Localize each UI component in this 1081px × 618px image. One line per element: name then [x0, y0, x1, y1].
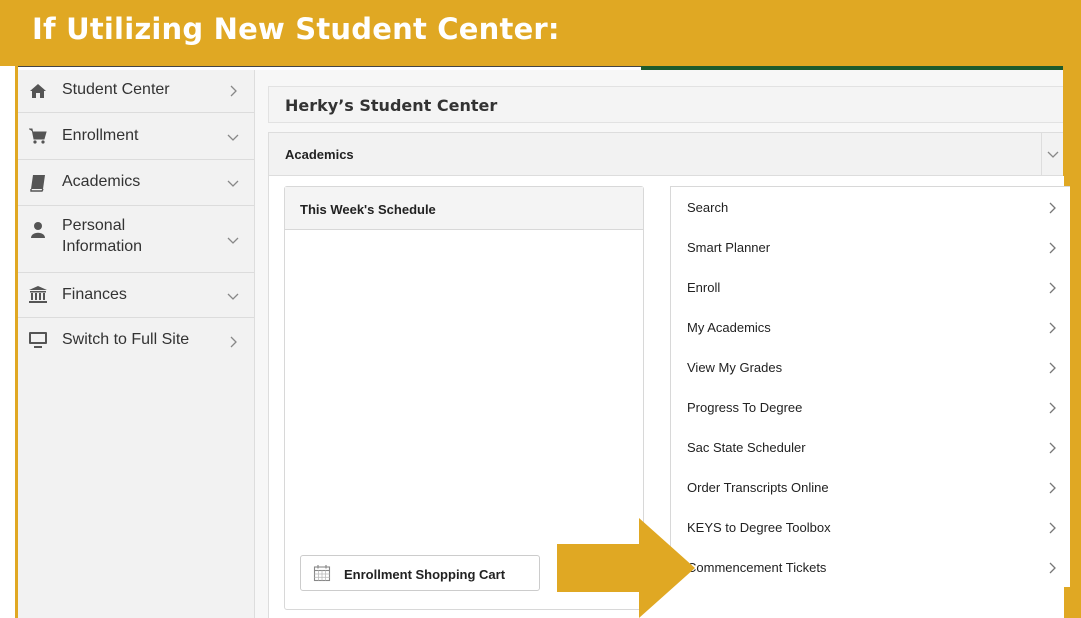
sidebar-item-label: Academics [62, 173, 141, 190]
sidebar-item-label: Finances [62, 286, 127, 303]
page-header: Herky’s Student Center [268, 86, 1063, 123]
link-my-academics[interactable]: My Academics [671, 307, 1070, 348]
chevron-right-icon [230, 85, 237, 97]
link-commencement-tickets[interactable]: Commencement Tickets [671, 547, 1070, 587]
link-keys-to-degree-toolbox[interactable]: KEYS to Degree Toolbox [671, 507, 1070, 548]
link-label: My Academics [687, 320, 771, 335]
chevron-down-icon [227, 293, 239, 300]
pointer-arrow [557, 518, 695, 618]
sidebar-item-label-line1: Personal [62, 217, 126, 234]
enrollment-shopping-cart-button[interactable]: Enrollment Shopping Cart [300, 555, 540, 591]
link-view-my-grades[interactable]: View My Grades [671, 347, 1070, 388]
link-smart-planner[interactable]: Smart Planner [671, 227, 1070, 268]
sidebar-item-label: Switch to Full Site [62, 331, 190, 348]
title-banner: If Utilizing New Student Center: [0, 0, 1081, 66]
sidebar-item-personal-information[interactable]: Personal Information [18, 206, 254, 273]
academics-link-list: Search Smart Planner Enroll My Academics… [670, 186, 1070, 587]
chevron-right-icon [1049, 202, 1056, 214]
chevron-down-icon [227, 134, 239, 141]
sidebar-item-finances[interactable]: Finances [18, 273, 254, 318]
link-label: View My Grades [687, 360, 783, 375]
calendar-icon [313, 565, 331, 582]
sidebar-item-label: Enrollment [62, 127, 139, 144]
link-enroll[interactable]: Enroll [671, 267, 1070, 308]
sidebar-item-enrollment[interactable]: Enrollment [18, 113, 254, 160]
link-search[interactable]: Search [671, 187, 1070, 228]
left-margin [0, 66, 16, 618]
link-label: Search [687, 200, 729, 215]
chevron-right-icon [1049, 442, 1056, 454]
link-label: KEYS to Degree Toolbox [687, 520, 831, 535]
academics-section-header[interactable]: Academics [268, 132, 1063, 176]
sidebar-item-student-center[interactable]: Student Center [18, 70, 254, 113]
page-title: Herky’s Student Center [285, 96, 498, 115]
sidebar-nav: Student Center Enrollment Academics Pers… [18, 70, 255, 618]
chevron-right-icon [1049, 562, 1056, 574]
monitor-icon [29, 332, 47, 348]
home-icon [30, 84, 46, 98]
chevron-right-icon [1049, 322, 1056, 334]
link-sac-state-scheduler[interactable]: Sac State Scheduler [671, 427, 1070, 468]
link-label: Commencement Tickets [687, 560, 827, 575]
chevron-down-icon [227, 180, 239, 187]
schedule-title: This Week's Schedule [300, 202, 436, 217]
sidebar-item-switch-full-site[interactable]: Switch to Full Site [18, 318, 254, 360]
cart-icon [29, 128, 47, 144]
chevron-down-icon [227, 237, 239, 244]
chevron-right-icon [1049, 402, 1056, 414]
banner-title: If Utilizing New Student Center: [32, 12, 560, 46]
link-progress-to-degree[interactable]: Progress To Degree [671, 387, 1070, 428]
sidebar-item-label-line2: Information [62, 238, 143, 255]
bank-icon [29, 286, 47, 303]
chevron-right-icon [1049, 522, 1056, 534]
link-label: Sac State Scheduler [687, 440, 806, 455]
chevron-right-icon [230, 336, 237, 348]
cart-button-label: Enrollment Shopping Cart [344, 567, 506, 582]
book-icon [30, 175, 45, 192]
sidebar-item-label: Student Center [62, 81, 170, 98]
schedule-card-header: This Week's Schedule [285, 187, 643, 230]
chevron-right-icon [1049, 282, 1056, 294]
link-label: Smart Planner [687, 240, 771, 255]
sidebar-item-academics[interactable]: Academics [18, 160, 254, 206]
section-title: Academics [285, 147, 354, 162]
chevron-down-icon [1047, 151, 1059, 158]
collapse-toggle[interactable] [1041, 133, 1065, 175]
link-order-transcripts-online[interactable]: Order Transcripts Online [671, 467, 1070, 508]
link-label: Enroll [687, 280, 721, 295]
chevron-right-icon [1049, 362, 1056, 374]
chevron-right-icon [1049, 242, 1056, 254]
link-label: Progress To Degree [687, 400, 803, 415]
divider-line [18, 66, 641, 67]
link-label: Order Transcripts Online [687, 480, 829, 495]
person-icon [31, 222, 45, 238]
chevron-right-icon [1049, 482, 1056, 494]
